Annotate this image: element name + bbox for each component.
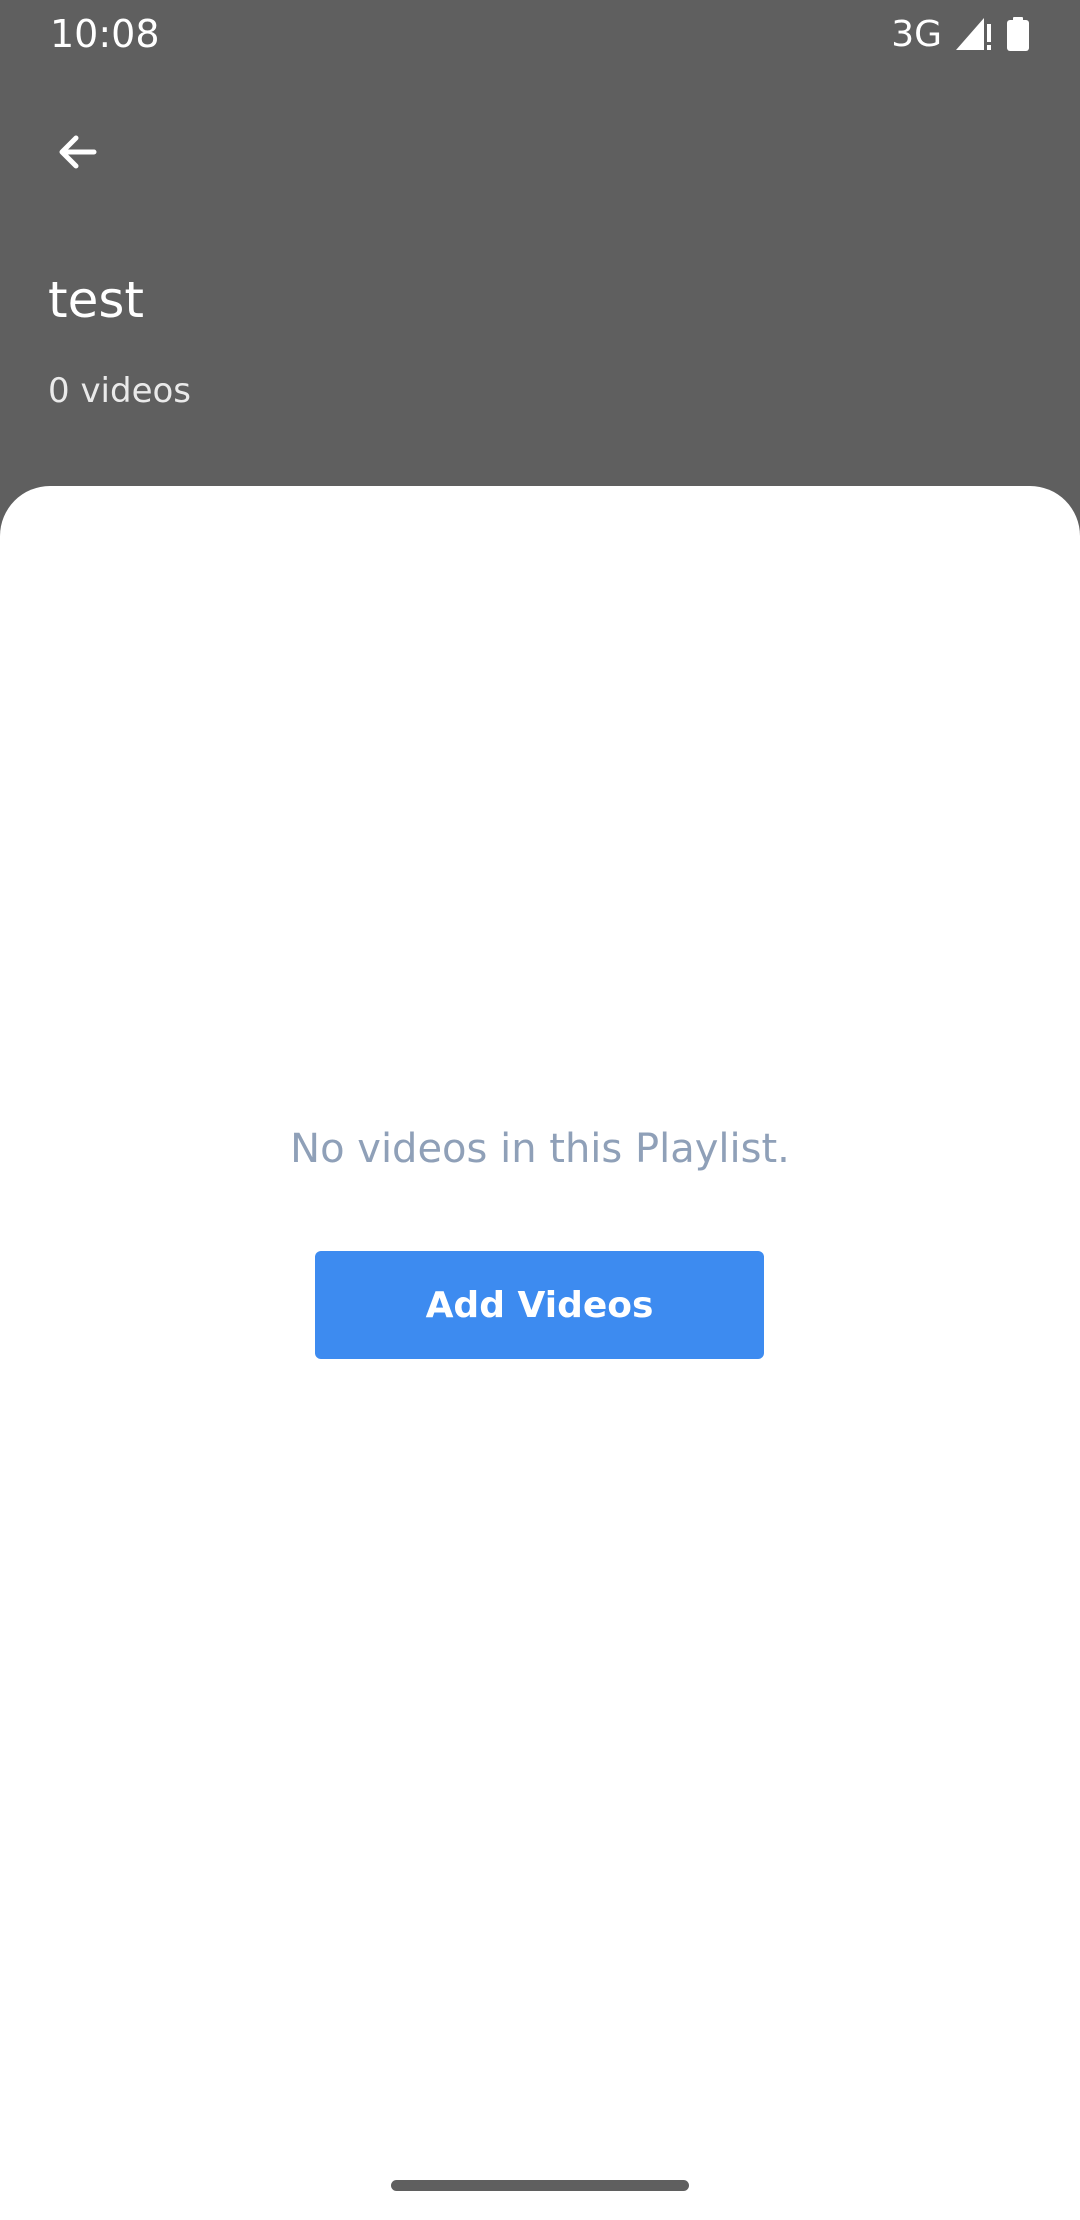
playlist-header: test 0 videos bbox=[0, 66, 1080, 486]
video-count: 0 videos bbox=[48, 371, 192, 411]
status-time: 10:08 bbox=[50, 12, 160, 56]
gesture-nav-handle[interactable] bbox=[391, 2180, 689, 2191]
signal-icon bbox=[954, 16, 994, 52]
empty-state-message: No videos in this Playlist. bbox=[290, 1126, 790, 1172]
content-sheet: No videos in this Playlist. Add Videos bbox=[0, 486, 1080, 2220]
add-videos-button[interactable]: Add Videos bbox=[315, 1251, 764, 1359]
network-type: 3G bbox=[891, 13, 942, 55]
back-button[interactable] bbox=[38, 114, 118, 194]
arrow-left-icon bbox=[54, 128, 102, 181]
status-icons: 3G bbox=[891, 12, 1030, 56]
playlist-title: test bbox=[48, 271, 145, 329]
battery-icon bbox=[1006, 16, 1030, 52]
status-bar: 10:08 3G bbox=[0, 0, 1080, 66]
